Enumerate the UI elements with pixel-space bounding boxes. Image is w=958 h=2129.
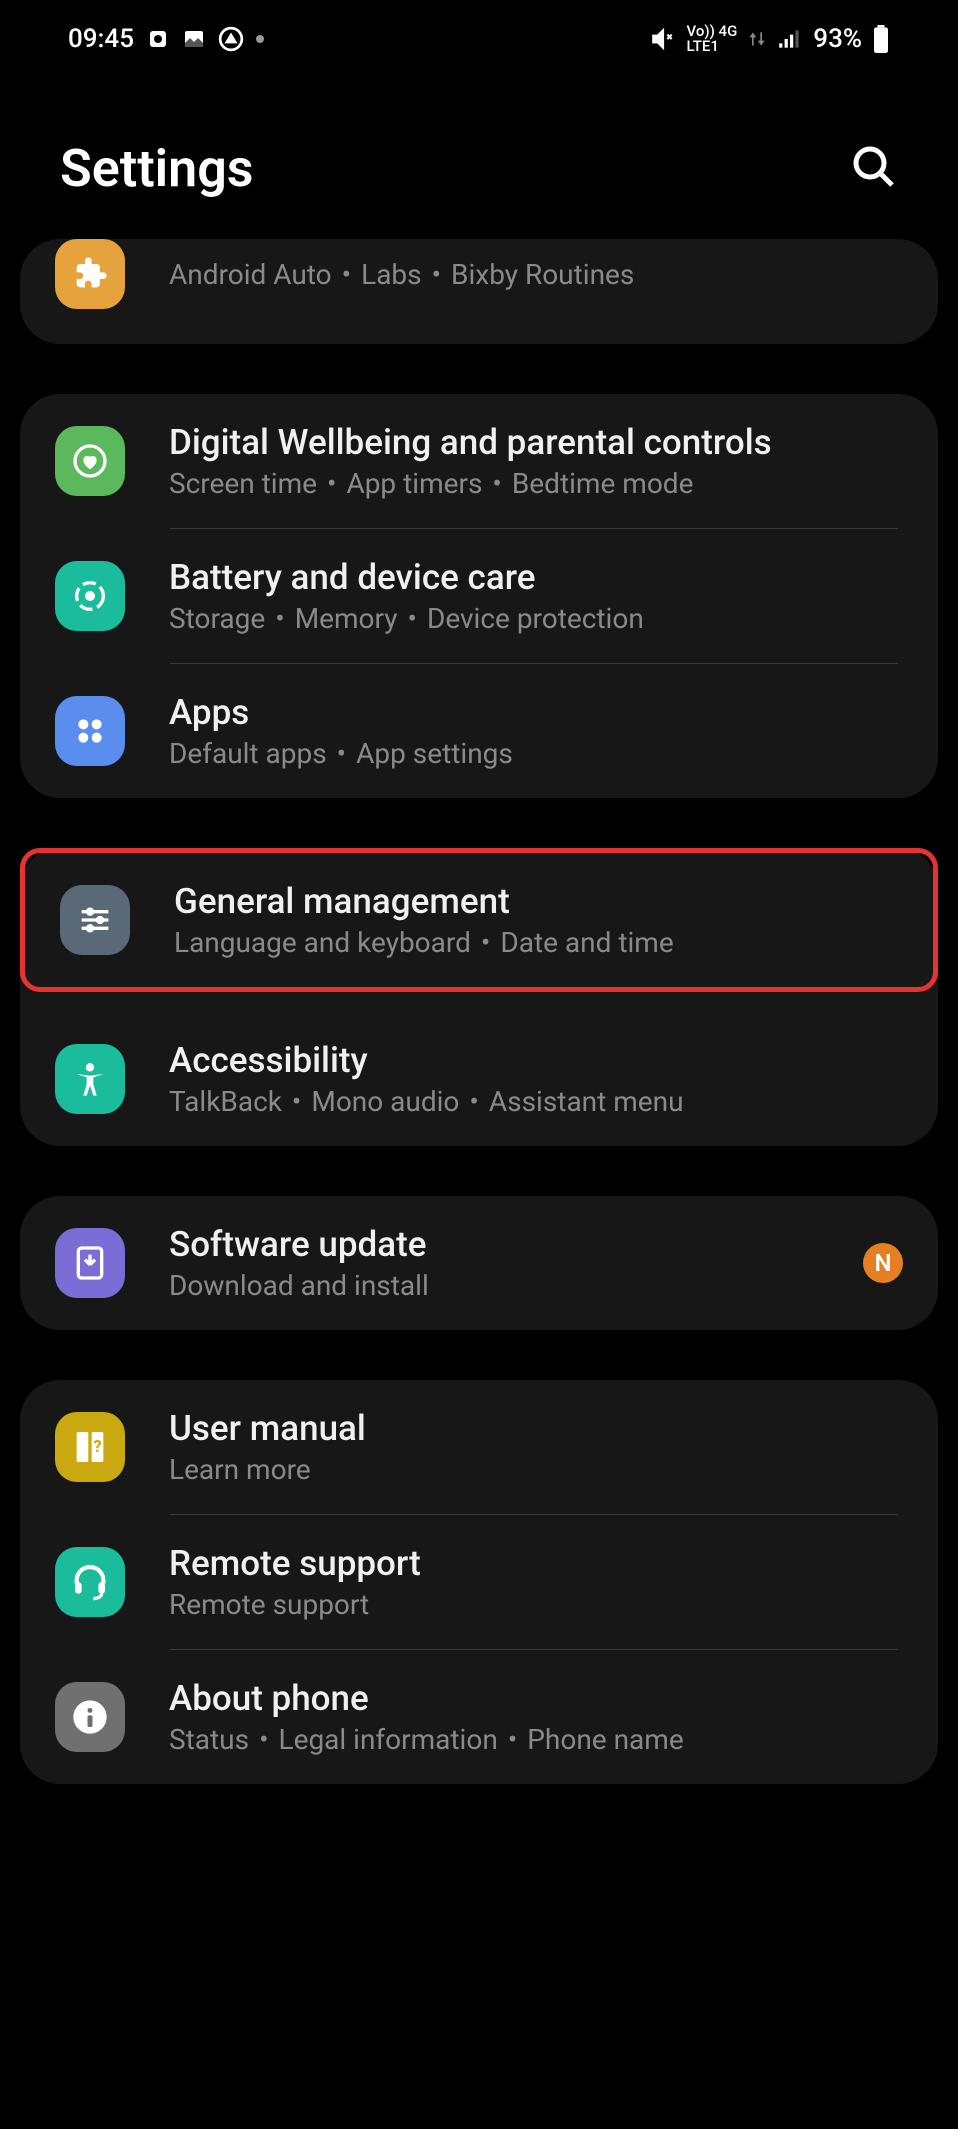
settings-item-general-management[interactable]: General management Language and keyboard•… xyxy=(25,853,933,987)
status-right: Vo)) 4G LTE1 93% xyxy=(650,24,890,54)
item-text: Battery and device care Storage•Memory•De… xyxy=(169,557,903,635)
notification-icon-1 xyxy=(146,27,170,51)
settings-item-digital-wellbeing[interactable]: Digital Wellbeing and parental controls S… xyxy=(20,394,938,528)
settings-item-advanced-features[interactable]: Android Auto•Labs•Bixby Routines xyxy=(20,239,938,344)
item-text: User manual Learn more xyxy=(169,1408,903,1486)
gallery-icon xyxy=(182,27,206,51)
lte-label: Vo)) 4G LTE1 xyxy=(686,24,737,54)
manual-icon: ? xyxy=(55,1412,125,1482)
settings-item-about-phone[interactable]: About phone Status•Legal information•Phon… xyxy=(20,1650,938,1784)
item-title: Battery and device care xyxy=(169,557,903,598)
item-title: Apps xyxy=(169,692,903,733)
apps-icon xyxy=(55,696,125,766)
item-subtitle: TalkBack•Mono audio•Assistant menu xyxy=(169,1085,903,1118)
item-subtitle: Language and keyboard•Date and time xyxy=(174,926,898,959)
item-text: Remote support Remote support xyxy=(169,1543,903,1621)
item-subtitle: Learn more xyxy=(169,1453,903,1486)
mute-icon xyxy=(650,26,676,52)
settings-item-user-manual[interactable]: ? User manual Learn more xyxy=(20,1380,938,1514)
search-icon[interactable] xyxy=(850,143,898,195)
item-subtitle: Download and install xyxy=(169,1269,863,1302)
app-update-icon xyxy=(218,26,244,52)
more-notifications-dot xyxy=(256,35,264,43)
item-subtitle: Screen time•App timers•Bedtime mode xyxy=(169,467,903,500)
data-arrows-icon xyxy=(747,29,767,49)
settings-item-apps[interactable]: Apps Default apps•App settings xyxy=(20,664,938,798)
item-text: Accessibility TalkBack•Mono audio•Assista… xyxy=(169,1040,903,1118)
item-text: Android Auto•Labs•Bixby Routines xyxy=(169,258,903,291)
item-title: Software update xyxy=(169,1224,863,1265)
highlight-box: General management Language and keyboard•… xyxy=(20,848,938,992)
item-subtitle: Remote support xyxy=(169,1588,903,1621)
item-text: Software update Download and install xyxy=(169,1224,863,1302)
item-subtitle: Default apps•App settings xyxy=(169,737,903,770)
svg-text:?: ? xyxy=(93,1438,101,1457)
item-subtitle: Android Auto•Labs•Bixby Routines xyxy=(169,258,903,291)
item-title: Digital Wellbeing and parental controls xyxy=(169,422,903,463)
settings-item-battery-care[interactable]: Battery and device care Storage•Memory•De… xyxy=(20,529,938,663)
signal-icon xyxy=(777,26,803,52)
status-time: 09:45 xyxy=(68,24,134,54)
item-text: About phone Status•Legal information•Phon… xyxy=(169,1678,903,1756)
settings-list: Android Auto•Labs•Bixby Routines Digital … xyxy=(0,239,958,1784)
settings-group: Android Auto•Labs•Bixby Routines xyxy=(20,239,938,344)
item-text: General management Language and keyboard•… xyxy=(174,881,898,959)
status-bar: 09:45 Vo)) 4G LTE1 93% xyxy=(0,0,958,78)
status-left: 09:45 xyxy=(68,24,264,54)
battery-icon xyxy=(872,25,890,53)
settings-item-remote-support[interactable]: Remote support Remote support xyxy=(20,1515,938,1649)
accessibility-icon xyxy=(55,1044,125,1114)
sliders-icon xyxy=(60,885,130,955)
item-subtitle: Status•Legal information•Phone name xyxy=(169,1723,903,1756)
item-text: Apps Default apps•App settings xyxy=(169,692,903,770)
item-title: User manual xyxy=(169,1408,903,1449)
item-title: About phone xyxy=(169,1678,903,1719)
info-icon xyxy=(55,1682,125,1752)
item-title: Remote support xyxy=(169,1543,903,1584)
item-title: General management xyxy=(174,881,898,922)
headset-icon xyxy=(55,1547,125,1617)
settings-group: General management Language and keyboard•… xyxy=(20,848,938,1146)
heart-circle-icon xyxy=(55,426,125,496)
settings-item-software-update[interactable]: Software update Download and installN xyxy=(20,1196,938,1330)
settings-group: Software update Download and installN xyxy=(20,1196,938,1330)
settings-group: ?User manualLearn moreRemote supportRemo… xyxy=(20,1380,938,1784)
settings-item-accessibility[interactable]: Accessibility TalkBack•Mono audio•Assista… xyxy=(20,1012,938,1146)
battery-text: 93% xyxy=(813,24,862,54)
settings-group: Digital Wellbeing and parental controls S… xyxy=(20,394,938,798)
item-title: Accessibility xyxy=(169,1040,903,1081)
item-text: Digital Wellbeing and parental controls S… xyxy=(169,422,903,500)
care-icon xyxy=(55,561,125,631)
header: Settings xyxy=(0,78,958,239)
update-icon xyxy=(55,1228,125,1298)
puzzle-icon xyxy=(55,239,125,309)
notification-badge: N xyxy=(863,1243,903,1283)
page-title: Settings xyxy=(60,138,254,199)
item-subtitle: Storage•Memory•Device protection xyxy=(169,602,903,635)
